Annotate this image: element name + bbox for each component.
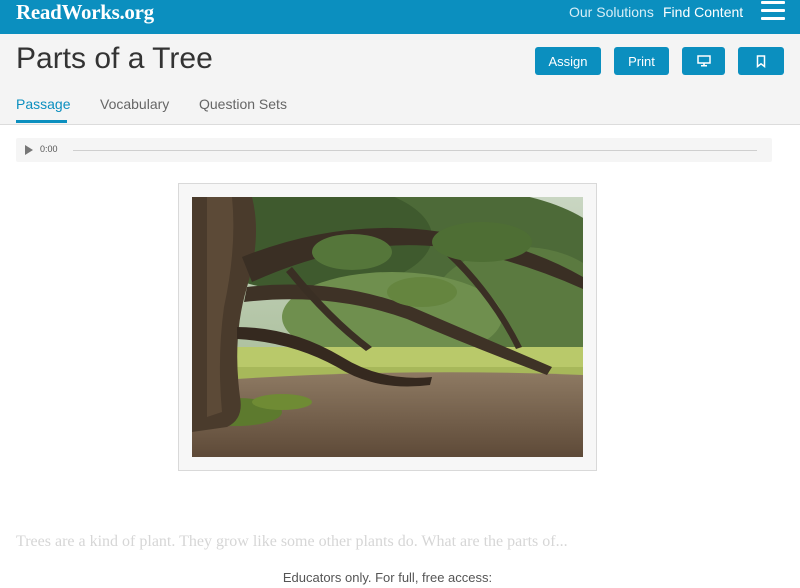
- audio-progress-track[interactable]: [73, 150, 757, 151]
- play-icon[interactable]: [25, 145, 33, 155]
- page-title: Parts of a Tree: [16, 42, 213, 75]
- projector-button[interactable]: [682, 47, 725, 75]
- bookmark-button[interactable]: [738, 47, 784, 75]
- tree-photo: [192, 197, 583, 457]
- tab-question-sets[interactable]: Question Sets: [199, 96, 287, 112]
- tab-passage[interactable]: Passage: [16, 96, 70, 112]
- title-header: Parts of a Tree Assign Print Passage Voc…: [0, 34, 800, 125]
- nav-find-content[interactable]: Find Content: [663, 4, 743, 20]
- audio-player: 0:00: [16, 138, 772, 162]
- nav-our-solutions[interactable]: Our Solutions: [569, 4, 654, 20]
- hamburger-menu-icon[interactable]: [761, 1, 785, 21]
- top-nav-bar: ReadWorks.org Our Solutions Find Content: [0, 0, 800, 34]
- print-button[interactable]: Print: [614, 47, 669, 75]
- site-logo[interactable]: ReadWorks.org: [16, 0, 154, 25]
- bookmark-icon: [756, 54, 766, 68]
- assign-button[interactable]: Assign: [535, 47, 601, 75]
- monitor-icon: [696, 55, 711, 67]
- passage-image-frame: [178, 183, 597, 471]
- active-tab-indicator: [16, 120, 67, 123]
- access-notice: Educators only. For full, free access:: [282, 570, 493, 585]
- audio-time: 0:00: [40, 144, 58, 154]
- passage-preview: Trees are a kind of plant. They grow lik…: [16, 533, 568, 550]
- tab-vocabulary[interactable]: Vocabulary: [100, 96, 169, 112]
